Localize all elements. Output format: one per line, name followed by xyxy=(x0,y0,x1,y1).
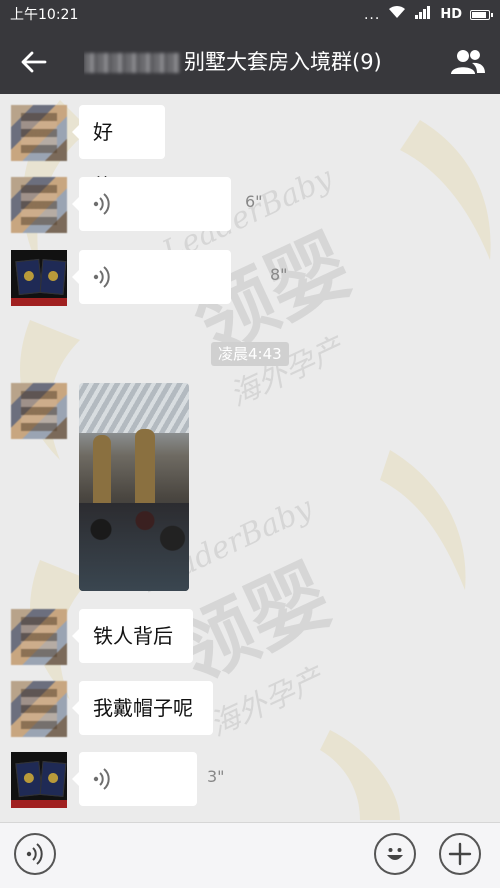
group-members-icon xyxy=(451,50,485,74)
voice-waves-icon xyxy=(26,843,43,865)
passport-image xyxy=(15,760,43,798)
chat-title: 别墅大套房入境群(9) xyxy=(84,30,424,94)
more-actions-button[interactable] xyxy=(439,833,481,875)
back-arrow-icon xyxy=(21,51,47,73)
text-message-bubble[interactable]: 我戴帽子呢 xyxy=(72,681,213,735)
voice-duration: 8" xyxy=(270,265,288,284)
redacted-title-part xyxy=(84,53,180,73)
wifi-icon xyxy=(388,0,406,30)
text-message-bubble[interactable]: 铁人背后 xyxy=(72,609,193,663)
passport-image xyxy=(39,259,67,295)
voice-waves-icon xyxy=(93,768,110,790)
voice-waves-icon xyxy=(93,266,110,288)
sender-avatar[interactable] xyxy=(11,752,67,808)
status-indicators: ... HD xyxy=(363,0,493,30)
message-timestamp: 凌晨4:43 xyxy=(211,342,289,366)
voice-waves-icon xyxy=(93,193,110,215)
plus-icon xyxy=(448,842,472,866)
voice-input-toggle-button[interactable] xyxy=(14,833,56,875)
voice-duration: 6" xyxy=(245,192,263,211)
voice-duration: 3" xyxy=(207,767,225,786)
sender-avatar[interactable] xyxy=(11,105,67,161)
sender-avatar[interactable] xyxy=(11,383,67,439)
image-message[interactable] xyxy=(79,383,189,591)
status-time: 上午10:21 xyxy=(10,7,79,23)
group-members-button[interactable] xyxy=(450,44,486,80)
voice-message-bubble[interactable] xyxy=(72,752,197,806)
notification-dots: ... xyxy=(363,7,381,23)
watermark-tagline: 海外孕产 xyxy=(204,661,329,744)
passport-image xyxy=(39,761,67,797)
sender-avatar[interactable] xyxy=(11,250,67,306)
sender-avatar[interactable] xyxy=(11,681,67,737)
passport-image xyxy=(15,258,43,296)
network-type: HD xyxy=(440,7,462,22)
input-bar xyxy=(0,822,500,888)
battery-icon xyxy=(470,10,493,20)
text-message-bubble[interactable]: 好的。 xyxy=(72,105,165,198)
message-text: 铁人背后 xyxy=(93,624,173,648)
signal-icon xyxy=(414,0,432,30)
sender-avatar[interactable] xyxy=(11,609,67,665)
chat-header: 别墅大套房入境群(9) xyxy=(0,30,500,94)
chat-title-text: 别墅大套房入境群(9) xyxy=(184,50,382,74)
emoji-button[interactable] xyxy=(374,833,416,875)
message-text: 我戴帽子呢 xyxy=(93,696,193,720)
voice-message-bubble[interactable] xyxy=(72,250,231,304)
status-bar: 上午10:21 ... HD xyxy=(0,0,500,30)
voice-message-bubble[interactable] xyxy=(72,177,231,231)
sender-avatar[interactable] xyxy=(11,177,67,233)
smiley-icon xyxy=(387,848,403,860)
airport-photo xyxy=(79,383,189,591)
back-button[interactable] xyxy=(18,46,50,78)
